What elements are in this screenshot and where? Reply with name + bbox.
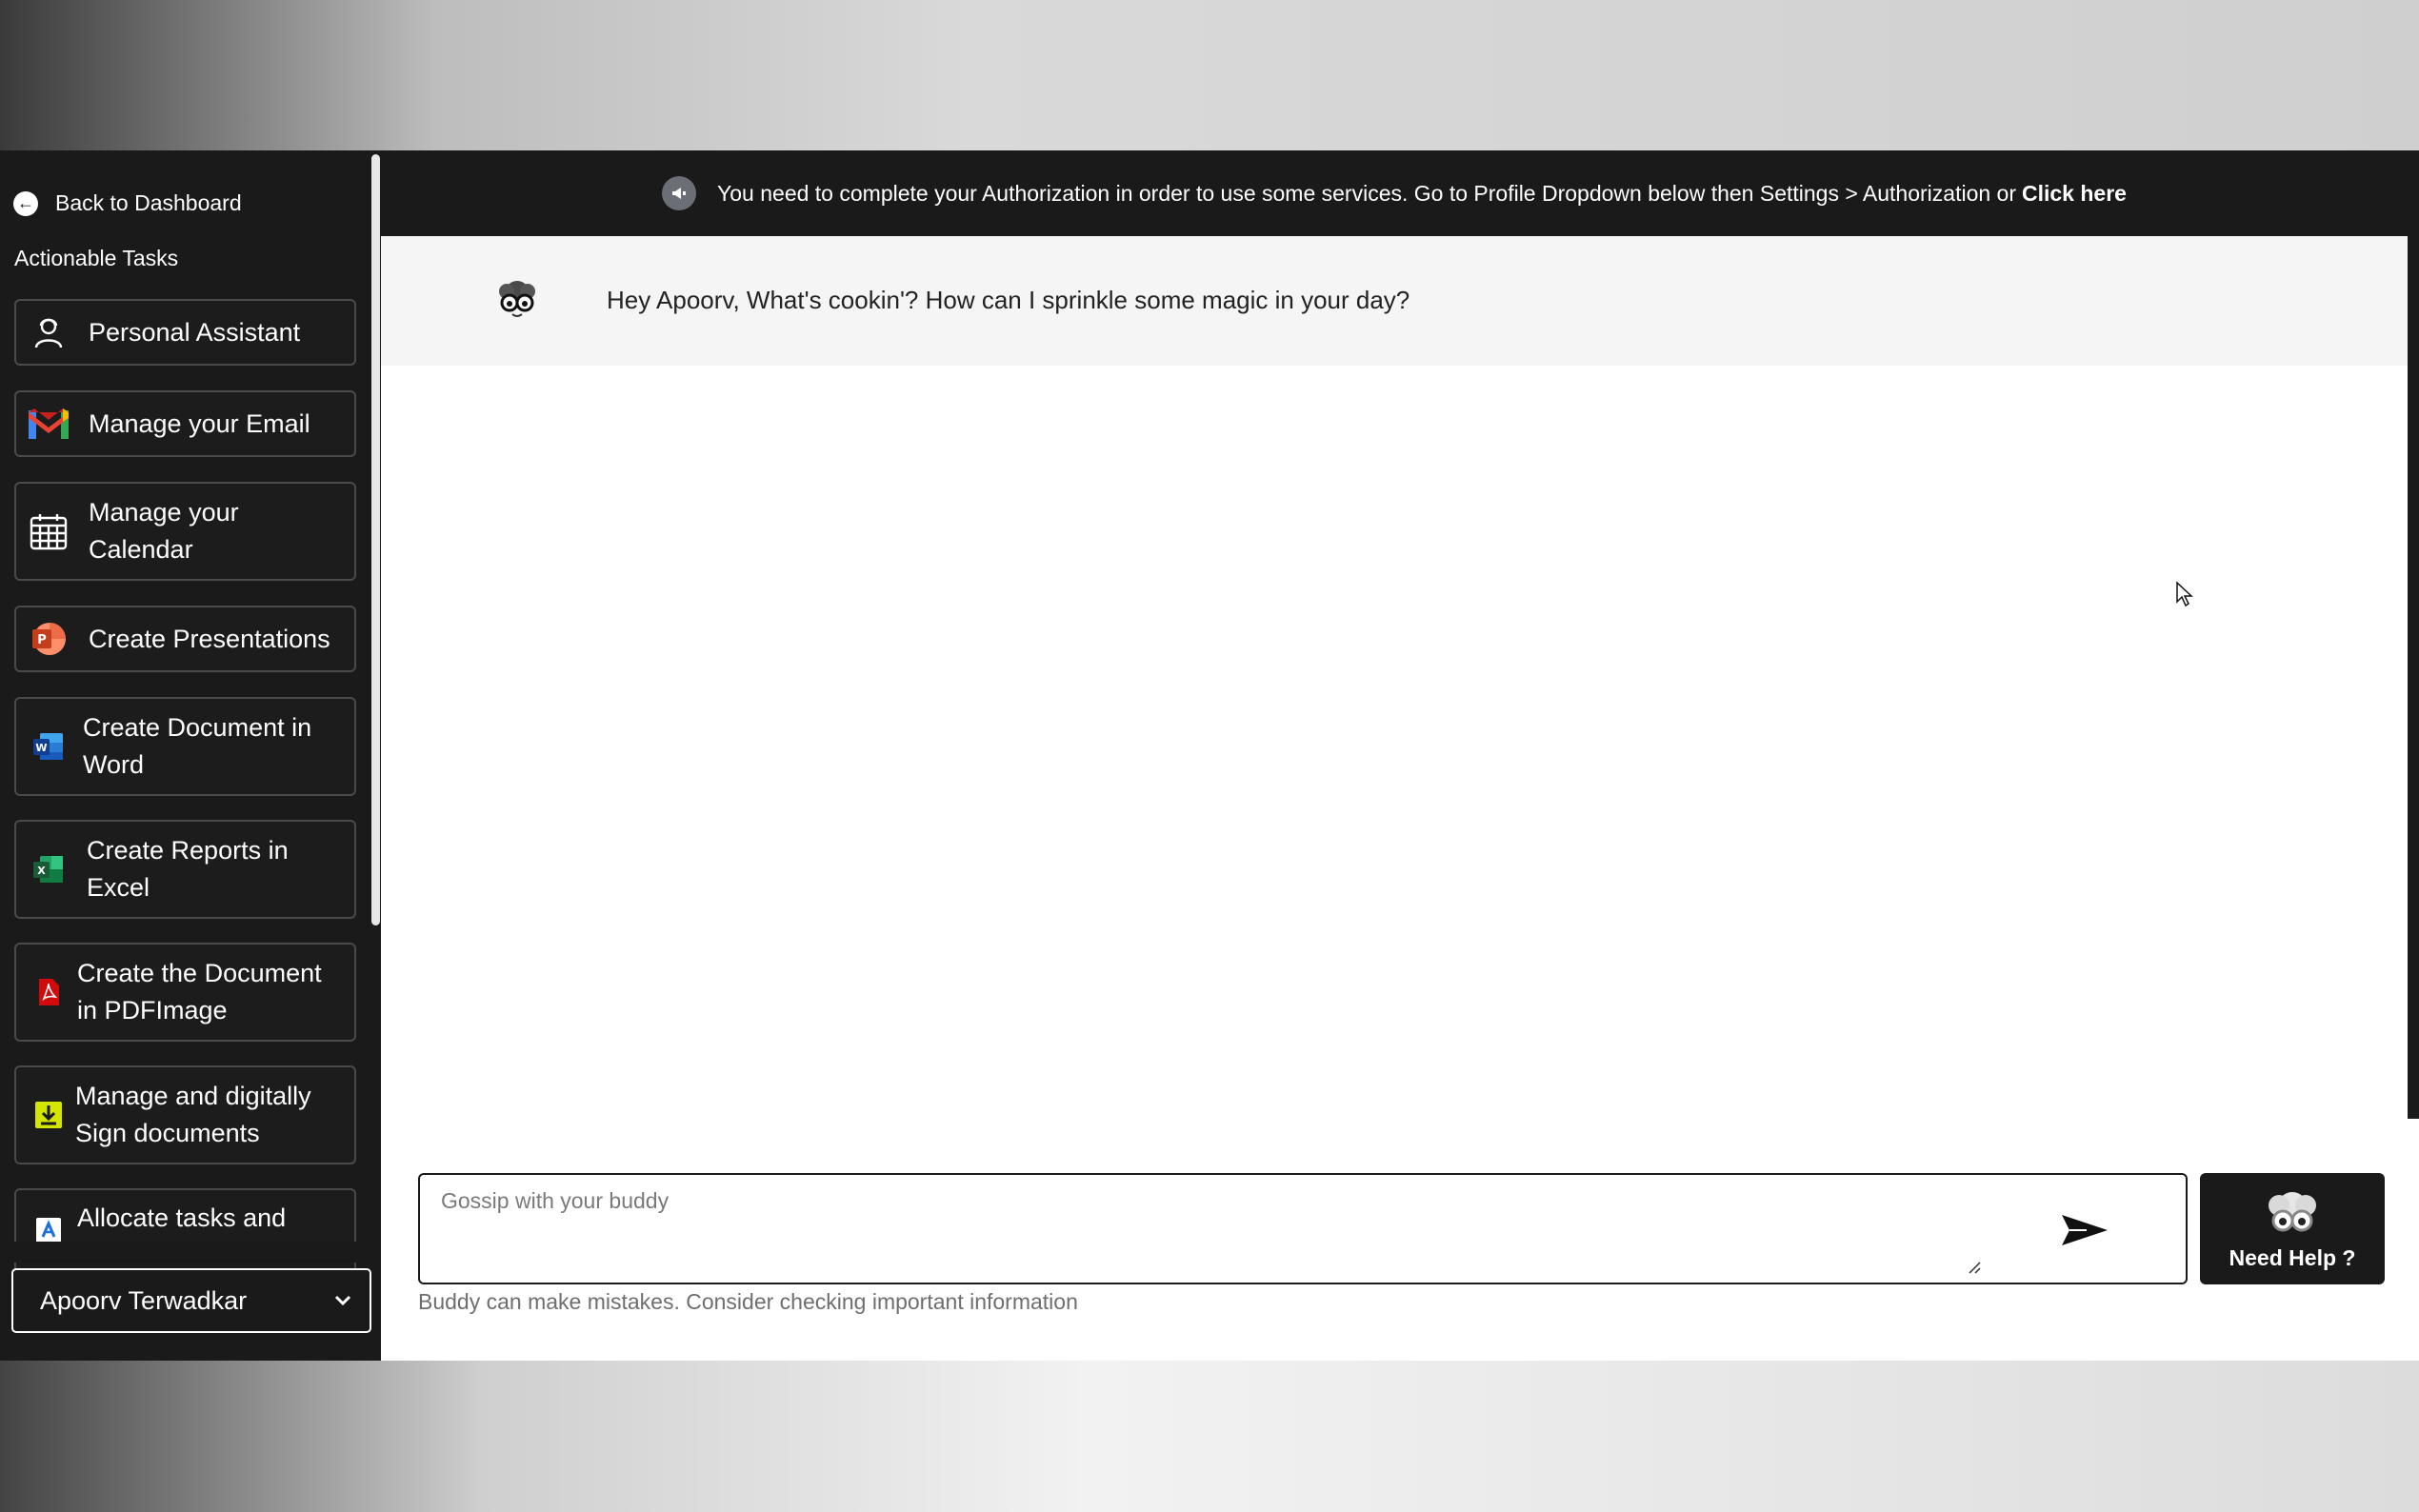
task-digitally-sign-documents[interactable]: Manage and digitally Sign documents — [14, 1065, 356, 1164]
section-title: Actionable Tasks — [14, 246, 179, 270]
sidebar-scrollbar[interactable] — [371, 154, 380, 925]
back-to-dashboard-label: Back to Dashboard — [55, 190, 242, 215]
svg-text:P: P — [37, 633, 47, 647]
task-create-pdf-document[interactable]: Create the Document in PDFImage — [14, 943, 356, 1042]
scrollbar-track — [2408, 150, 2419, 1119]
buddy-avatar-icon — [2269, 1192, 2316, 1232]
svg-text:X: X — [37, 865, 46, 877]
banner-text: You need to complete your Authorization … — [717, 180, 2016, 206]
task-create-presentations[interactable]: P Create Presentations — [14, 606, 356, 672]
profile-name: Apoorv Terwadkar — [40, 1285, 248, 1315]
calendar-icon — [28, 510, 70, 552]
chat-input[interactable] — [441, 1188, 2003, 1276]
task-label: Create Reports in Excel — [87, 836, 289, 902]
send-icon[interactable] — [2058, 1209, 2111, 1251]
task-create-word-document[interactable]: W Create Document in Word — [14, 697, 356, 796]
app-window: ← Back to Dashboard Actionable Tasks Per… — [0, 150, 2419, 1361]
excel-icon: X — [28, 848, 70, 890]
task-label: Create Presentations — [89, 624, 330, 653]
task-create-excel-reports[interactable]: X Create Reports in Excel — [14, 820, 356, 919]
svg-text:W: W — [35, 742, 47, 754]
task-label: Manage your Email — [89, 408, 310, 438]
gmail-icon — [28, 403, 70, 445]
task-label: Personal Assistant — [89, 317, 301, 347]
resize-handle-icon[interactable] — [1968, 1261, 1981, 1274]
assistant-greeting: Hey Apoorv, What's cookin'? How can I sp… — [381, 236, 2408, 366]
buddy-avatar-icon — [499, 281, 535, 317]
task-label: Manage your Calendar — [89, 498, 239, 564]
mouse-cursor-icon — [2176, 581, 2193, 607]
sidebar: ← Back to Dashboard Actionable Tasks Per… — [0, 150, 381, 1361]
task-label: Create Document in Word — [83, 713, 312, 779]
profile-dropdown[interactable]: Apoorv Terwadkar — [11, 1268, 371, 1333]
back-arrow-icon: ← — [13, 190, 38, 216]
megaphone-icon — [662, 176, 697, 210]
task-label: Allocate tasks and — [77, 1204, 287, 1232]
disclaimer-text: Buddy can make mistakes. Consider checki… — [418, 1289, 1078, 1314]
task-personal-assistant[interactable]: Personal Assistant — [14, 299, 356, 366]
chat-composer — [418, 1173, 2188, 1284]
back-to-dashboard-link[interactable]: ← Back to Dashboard — [13, 190, 242, 216]
task-manage-calendar[interactable]: Manage your Calendar — [14, 482, 356, 581]
word-icon: W — [28, 726, 70, 767]
download-sign-icon — [28, 1094, 70, 1136]
backdrop-bottom — [0, 1361, 2419, 1512]
need-help-button[interactable]: Need Help ? — [2200, 1173, 2385, 1284]
person-assistant-icon — [28, 311, 70, 353]
task-label: Manage and digitally Sign documents — [75, 1082, 311, 1147]
chevron-down-icon — [334, 1295, 351, 1306]
sidebar-list-clip — [0, 1242, 371, 1263]
pdf-icon — [28, 971, 70, 1013]
authorization-link[interactable]: Click here — [2022, 181, 2127, 207]
need-help-label: Need Help ? — [2229, 1245, 2356, 1270]
task-label: Create the Document in PDFImage — [77, 959, 322, 1025]
authorization-banner: You need to complete your Authorization … — [381, 150, 2408, 236]
task-manage-email[interactable]: Manage your Email — [14, 390, 356, 457]
greeting-message: Hey Apoorv, What's cookin'? How can I sp… — [607, 286, 1410, 314]
powerpoint-icon: P — [28, 618, 70, 660]
